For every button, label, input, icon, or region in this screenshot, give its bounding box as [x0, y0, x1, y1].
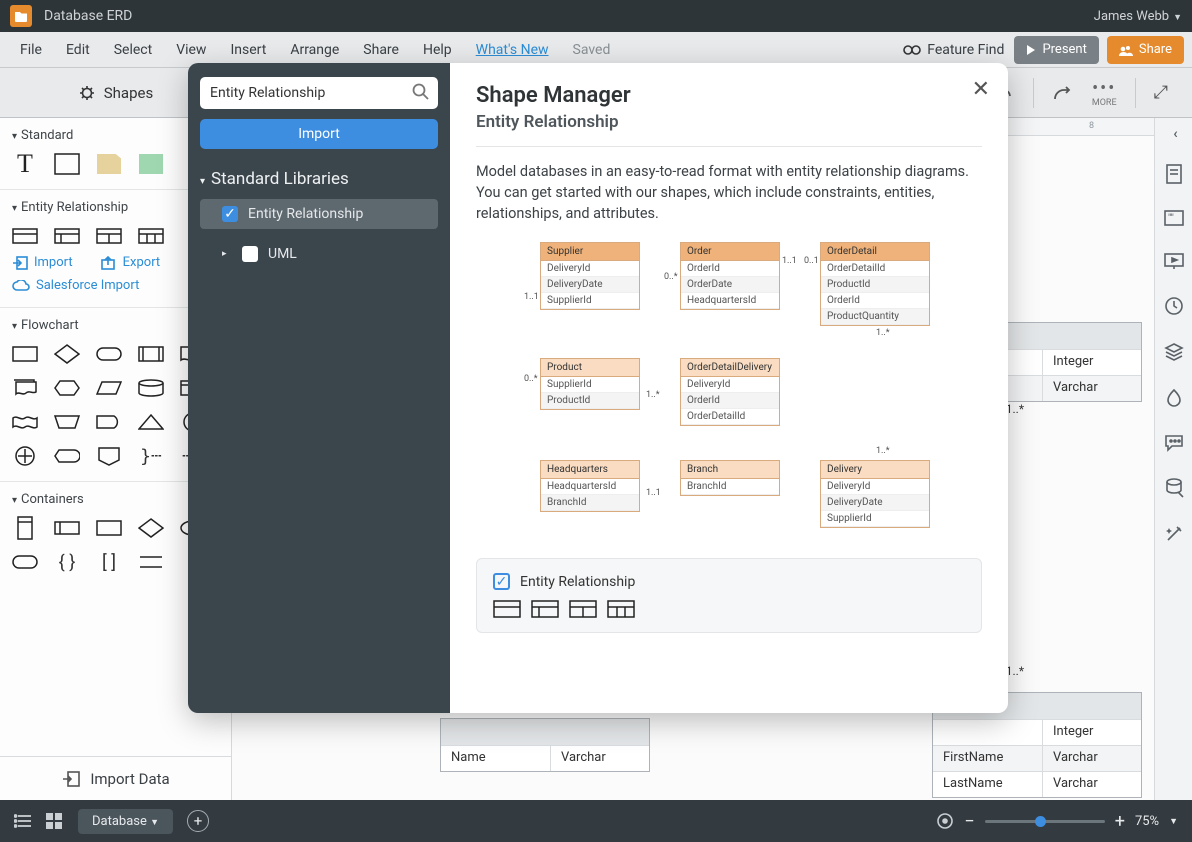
feature-find[interactable]: Feature Find [903, 42, 1004, 58]
ct-1[interactable] [12, 517, 38, 539]
search-icon [412, 83, 430, 101]
present-icon[interactable] [1164, 252, 1184, 274]
zoom-in[interactable]: + [1115, 811, 1125, 832]
menu-select[interactable]: Select [102, 42, 164, 58]
layers-icon[interactable] [1164, 342, 1184, 366]
ct-3[interactable] [96, 517, 122, 539]
close-modal-button[interactable]: ✕ [972, 77, 990, 102]
import-library-button[interactable]: Import [200, 119, 438, 149]
bottom-bar: Database ▼ + − + 75% ▼ [0, 800, 1192, 842]
er-shape-3[interactable] [96, 225, 122, 247]
ct-6[interactable] [12, 551, 38, 573]
outline-view-icon[interactable] [14, 814, 32, 828]
fc-extract[interactable] [138, 411, 164, 433]
fc-display[interactable] [54, 445, 80, 467]
fc-predef[interactable] [138, 343, 164, 365]
right-rail: ‹‹ "" [1154, 118, 1192, 800]
er-shape-4[interactable] [138, 225, 164, 247]
fc-rect[interactable] [12, 343, 38, 365]
library-search-input[interactable] [200, 77, 438, 109]
ct-4[interactable] [138, 517, 164, 539]
ct-2[interactable] [54, 517, 80, 539]
modal-title: Shape Manager [476, 83, 982, 108]
fc-db[interactable] [138, 377, 164, 399]
note-shape[interactable] [96, 153, 122, 175]
target-icon[interactable] [936, 812, 954, 830]
modal-sidebar: Import Standard Libraries ✓ Entity Relat… [188, 63, 450, 713]
zoom-out[interactable]: − [964, 811, 974, 832]
import-data-button[interactable]: Import Data [0, 756, 232, 800]
enable-library-checkbox[interactable]: ✓ [493, 573, 510, 590]
block-shape[interactable] [54, 153, 80, 175]
ct-7[interactable]: { } [54, 551, 80, 573]
hotspot-shape[interactable] [138, 153, 164, 175]
er-export-link[interactable]: Export [101, 255, 161, 270]
fc-delay[interactable] [96, 411, 122, 433]
ct-8[interactable]: [ ] [96, 551, 122, 573]
menu-whats-new[interactable]: What's New [464, 42, 561, 58]
magic-icon[interactable] [1164, 524, 1184, 548]
fc-manual[interactable] [54, 411, 80, 433]
fc-terminator[interactable] [96, 343, 122, 365]
multiplicity-label: 1..* [1006, 664, 1024, 678]
modal-description: Model databases in an easy-to-read forma… [476, 161, 982, 224]
ct-9[interactable] [138, 551, 164, 573]
text-shape[interactable]: T [12, 153, 38, 175]
fc-hex[interactable] [54, 377, 80, 399]
menu-insert[interactable]: Insert [218, 42, 278, 58]
fc-tape[interactable] [12, 411, 38, 433]
saved-status: Saved [561, 42, 623, 58]
page-settings-icon[interactable] [1165, 164, 1183, 188]
lib-checkbox[interactable]: ✓ [222, 206, 238, 222]
zoom-level[interactable]: 75% [1135, 814, 1159, 829]
svg-text:"": "" [1168, 213, 1174, 224]
data-icon[interactable] [1164, 478, 1184, 502]
chat-icon[interactable] [1164, 434, 1184, 456]
page-tab[interactable]: Database ▼ [78, 809, 173, 834]
document-icon [10, 5, 32, 27]
lib-item-uml[interactable]: ▸ UML [200, 239, 438, 269]
present-button[interactable]: Present [1014, 36, 1098, 64]
lib-item-entity-relationship[interactable]: ✓ Entity Relationship [200, 199, 438, 229]
comments-icon[interactable]: "" [1164, 210, 1184, 230]
modal-subtitle: Entity Relationship [476, 112, 982, 132]
multiplicity-label: 1..* [1006, 402, 1024, 416]
menu-arrange[interactable]: Arrange [278, 42, 351, 58]
line-tool-icon[interactable] [1052, 84, 1074, 102]
lib-checkbox[interactable] [242, 246, 258, 262]
menu-file[interactable]: File [8, 42, 54, 58]
fc-diamond[interactable] [54, 343, 80, 365]
library-card: ✓ Entity Relationship [476, 558, 982, 633]
share-button[interactable]: Share [1107, 36, 1184, 64]
history-icon[interactable] [1164, 296, 1184, 320]
more-tools[interactable]: ••• MORE [1092, 78, 1117, 108]
title-bar: Database ERD James Webb▼ [0, 0, 1192, 32]
paint-icon[interactable] [1165, 388, 1183, 412]
shape-manager-modal: Import Standard Libraries ✓ Entity Relat… [188, 63, 1008, 713]
er-shape-2[interactable] [54, 225, 80, 247]
fc-para[interactable] [96, 377, 122, 399]
fc-multidoc[interactable] [12, 377, 38, 399]
menu-share[interactable]: Share [351, 42, 411, 58]
er-shape-1[interactable] [12, 225, 38, 247]
fullscreen-icon[interactable]: ⤢ [1154, 82, 1168, 103]
menu-view[interactable]: View [164, 42, 218, 58]
user-menu[interactable]: James Webb▼ [1094, 9, 1182, 24]
standard-libraries-header[interactable]: Standard Libraries [200, 169, 438, 189]
zoom-slider[interactable] [985, 820, 1105, 823]
er-import-link[interactable]: Import [12, 255, 73, 270]
menu-edit[interactable]: Edit [54, 42, 102, 58]
library-preview: Supplier DeliveryId DeliveryDate Supplie… [476, 242, 982, 542]
add-page-button[interactable]: + [187, 810, 209, 832]
fc-sum[interactable] [12, 445, 38, 467]
fc-offpage[interactable] [96, 445, 122, 467]
fc-brace[interactable]: }┄ [138, 445, 164, 467]
document-title[interactable]: Database ERD [44, 8, 132, 24]
menu-help[interactable]: Help [411, 42, 464, 58]
grid-view-icon[interactable] [46, 813, 62, 829]
